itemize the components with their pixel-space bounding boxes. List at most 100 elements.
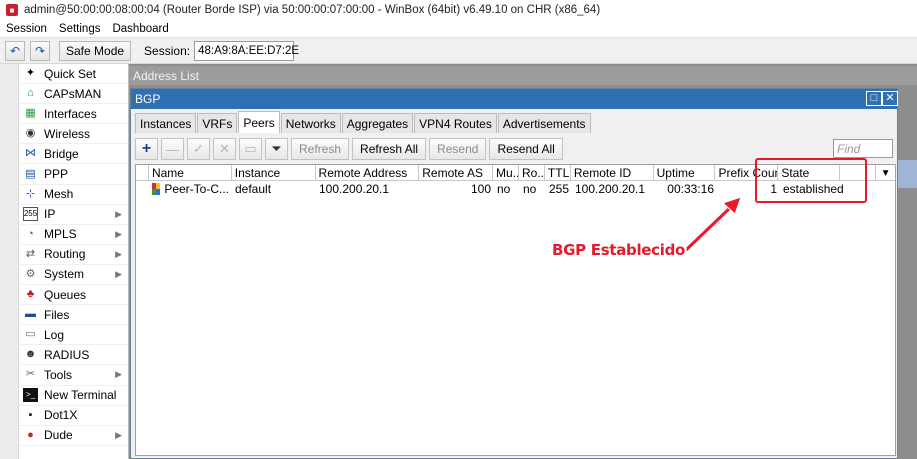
disable-icon[interactable]: ✕ [213, 138, 236, 160]
bridge-icon: ⋈ [25, 147, 36, 160]
column-header-remote-id[interactable]: Remote ID [571, 165, 654, 181]
column-header-remote-address[interactable]: Remote Address [316, 165, 420, 181]
sidebar-item-radius[interactable]: ☻ RADIUS [19, 345, 128, 366]
files-icon: ▬ [25, 308, 36, 321]
dot1x-icon: ▪ [28, 408, 33, 421]
menu-session[interactable]: Session [6, 23, 47, 35]
sidebar-item-system[interactable]: ⚙ System ▶ [19, 265, 128, 286]
safe-mode-button[interactable]: Safe Mode [59, 40, 132, 61]
ip-icon: 255 [23, 207, 38, 222]
bgp-window-titlebar[interactable]: BGP □ ✕ [131, 89, 898, 109]
filter-icon[interactable]: ⏷ [265, 138, 288, 160]
maximize-icon[interactable]: □ [866, 91, 882, 106]
sidebar-item-capsman[interactable]: ⌂ CAPsMAN [19, 84, 128, 105]
column-header-instance[interactable]: Instance [232, 165, 316, 181]
menu-settings[interactable]: Settings [59, 23, 101, 35]
column-chooser-icon[interactable]: ▼ [876, 165, 895, 181]
queues-icon: ♣ [26, 288, 35, 301]
peer-icon [152, 183, 161, 195]
sidebar-item-dude[interactable]: ● Dude ▶ [19, 426, 128, 446]
mpls-icon: ◔ [27, 227, 34, 240]
capsman-icon: ⌂ [27, 87, 34, 100]
refresh-button[interactable]: Refresh [291, 138, 350, 160]
column-header-remote-as[interactable]: Remote AS [419, 165, 494, 181]
sidebar-strip [0, 64, 19, 459]
tab-networks[interactable]: Networks [280, 113, 341, 133]
resend-button[interactable]: Resend [429, 138, 487, 160]
column-header-ttl[interactable]: TTL [545, 165, 571, 181]
dude-icon: ● [27, 428, 34, 441]
sidebar-item-ppp[interactable]: ▤ PPP [19, 164, 128, 185]
submenu-arrow-icon: ▶ [115, 429, 122, 440]
cell-ttl: 255 [549, 182, 570, 196]
submenu-arrow-icon: ▶ [115, 268, 122, 279]
ppp-icon: ▤ [25, 167, 36, 180]
find-input[interactable]: Find [833, 139, 893, 158]
tab-aggregates[interactable]: Aggregates [341, 113, 414, 133]
sidebar-item-tools[interactable]: ✂ Tools ▶ [19, 365, 128, 386]
sidebar-item-wireless[interactable]: ◉ Wireless [19, 124, 128, 145]
tab-vpn4-routes[interactable]: VPN4 Routes [414, 113, 497, 133]
tab-advertisements[interactable]: Advertisements [497, 113, 591, 133]
sidebar-item-files[interactable]: ▬ Files [19, 305, 128, 326]
sidebar-item-mpls[interactable]: ◔ MPLS ▶ [19, 225, 128, 245]
cell-name: Peer-To-C... [149, 181, 232, 197]
window-title: admin@50:00:00:08:00:04 (Router Borde IS… [24, 4, 601, 16]
background-selected-row [898, 160, 917, 188]
address-list-window-title[interactable]: Address List [129, 66, 917, 85]
cell-uptime: 00:33:16 [667, 182, 714, 196]
winbox-app-icon: ■ [6, 4, 18, 16]
tab-peers[interactable]: Peers [238, 111, 280, 133]
column-header-name[interactable]: Name [149, 165, 232, 181]
sidebar: ✦ Quick Set ⌂ CAPsMAN ▦ Interfaces ◉ Wireles… [19, 64, 129, 459]
annotation-label: BGP Establecido [552, 241, 686, 259]
submenu-arrow-icon: ▶ [115, 248, 122, 259]
sidebar-item-mesh[interactable]: ⊹ Mesh [19, 185, 128, 205]
session-field[interactable]: 48:A9:8A:EE:D7:2E [194, 40, 299, 61]
refresh-all-button[interactable]: Refresh All [352, 138, 427, 160]
sidebar-item-ip[interactable]: 255 IP ▶ [19, 205, 128, 225]
sidebar-item-quick-set[interactable]: ✦ Quick Set [19, 64, 128, 85]
sidebar-item-routing[interactable]: ⇄ Routing ▶ [19, 245, 128, 265]
system-icon: ⚙ [25, 267, 36, 280]
column-header-multihop[interactable]: Mu... [493, 165, 519, 181]
cell-remote-address: 100.200.20.1 [319, 182, 390, 196]
interfaces-icon: ▦ [25, 107, 36, 120]
radius-icon: ☻ [24, 348, 37, 361]
peers-table: Name Instance Remote Address Remote AS M… [135, 164, 896, 456]
routing-icon: ⇄ [25, 247, 36, 260]
redo-icon[interactable]: ↷ [30, 40, 50, 61]
sidebar-item-new-terminal[interactable]: >_ New Terminal [19, 386, 128, 406]
column-header-uptime[interactable]: Uptime [654, 165, 716, 181]
comment-icon[interactable]: ▭ [239, 138, 262, 160]
sidebar-item-bridge[interactable]: ⋈ Bridge [19, 144, 128, 165]
tab-instances[interactable]: Instances [135, 113, 197, 133]
cell-route-reflect: no [523, 182, 537, 196]
menu-dashboard[interactable]: Dashboard [112, 23, 168, 35]
wireless-icon: ◉ [25, 127, 36, 140]
sidebar-item-queues[interactable]: ♣ Queues [19, 285, 128, 306]
session-label: Session: [144, 43, 191, 58]
terminal-icon: >_ [23, 388, 38, 403]
bgp-tabs: Instances VRFs Peers Networks Aggregates… [135, 111, 592, 134]
column-header-route-reflect[interactable]: Ro... [519, 165, 545, 181]
submenu-arrow-icon: ▶ [115, 208, 122, 219]
log-icon: ▭ [25, 328, 36, 341]
mesh-icon: ⊹ [25, 187, 36, 200]
cell-instance: default [235, 182, 272, 196]
bgp-window: BGP □ ✕ Instances VRFs Peers Networks Ag… [130, 88, 898, 459]
remove-icon[interactable]: — [161, 138, 184, 160]
enable-icon[interactable]: ✓ [187, 138, 210, 160]
sidebar-item-dot1x[interactable]: ▪ Dot1X [19, 406, 128, 426]
tab-vrfs[interactable]: VRFs [197, 113, 238, 133]
sidebar-item-interfaces[interactable]: ▦ Interfaces [19, 104, 128, 125]
menu-bar: Session Settings Dashboard [0, 20, 917, 38]
window-titlebar: ■ admin@50:00:00:08:00:04 (Router Borde … [0, 0, 917, 20]
sidebar-item-log[interactable]: ▭ Log [19, 325, 128, 346]
undo-icon[interactable]: ↶ [5, 40, 25, 61]
resend-all-button[interactable]: Resend All [489, 138, 563, 160]
add-icon[interactable]: + [135, 138, 158, 160]
close-icon[interactable]: ✕ [882, 91, 898, 106]
column-header-flag [136, 165, 149, 181]
submenu-arrow-icon: ▶ [115, 369, 122, 380]
